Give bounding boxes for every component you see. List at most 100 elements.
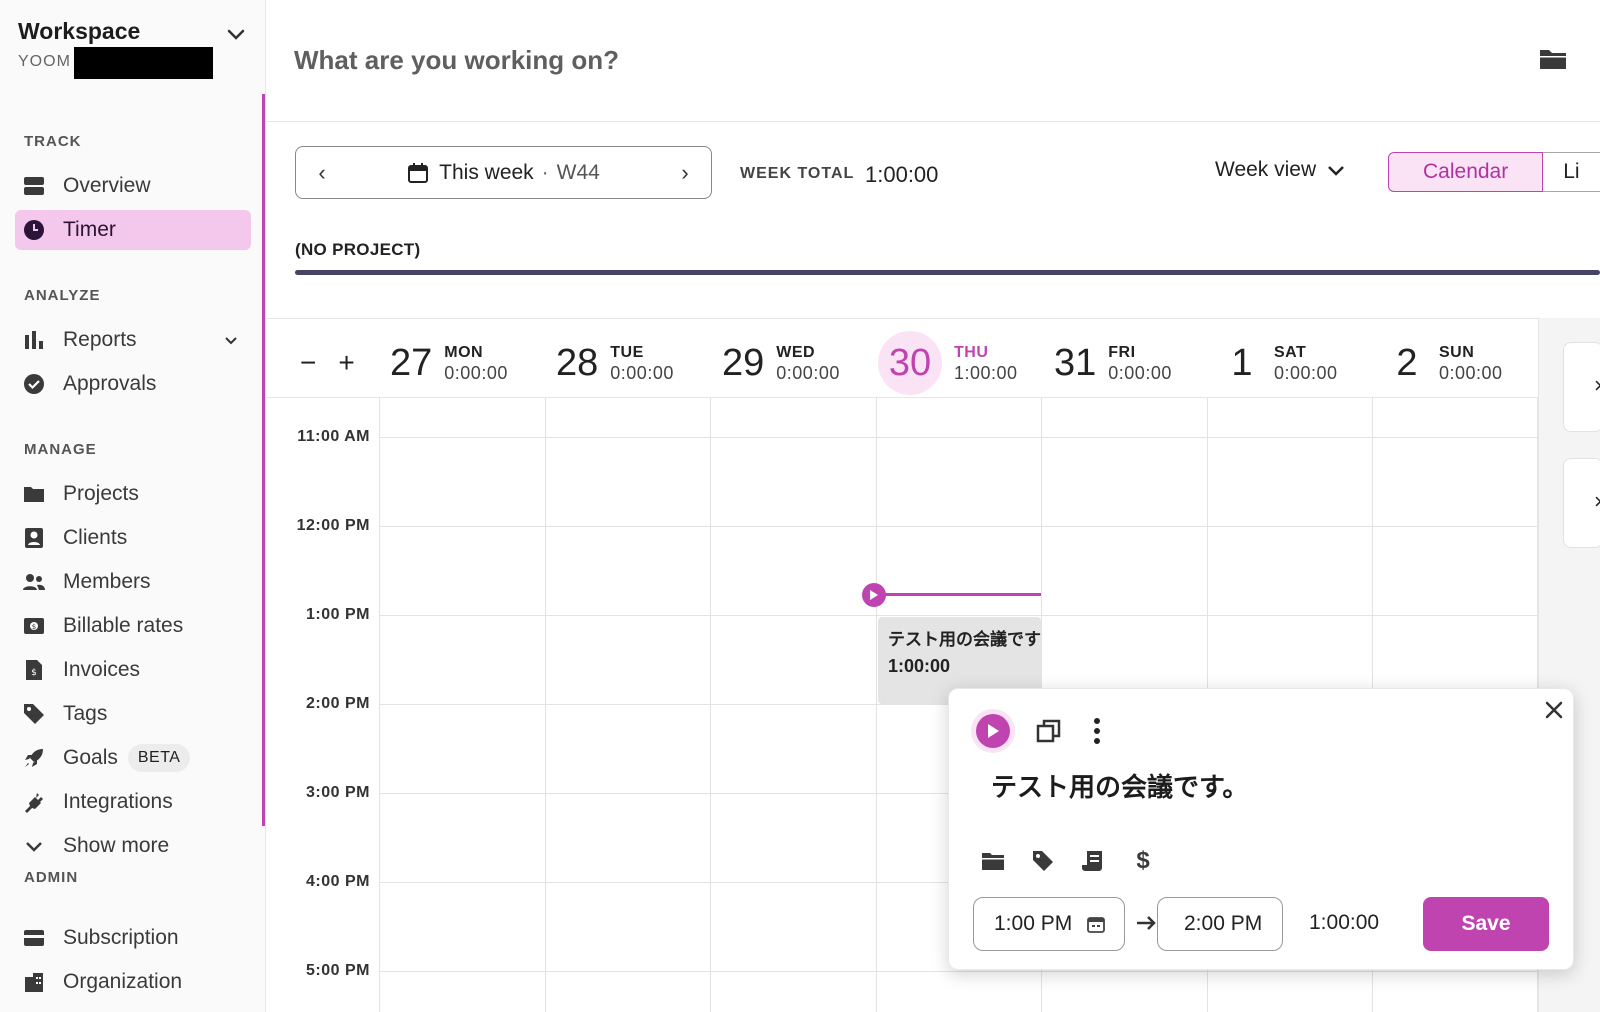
sidebar-item-label: Show more bbox=[63, 834, 170, 857]
folder-icon[interactable] bbox=[981, 849, 1005, 873]
sidebar-scroll-accent bbox=[262, 94, 265, 826]
day-name: FRI bbox=[1108, 344, 1136, 361]
day-total: 0:00:00 bbox=[444, 363, 508, 383]
start-time-value: 1:00 PM bbox=[994, 912, 1073, 935]
timer-bar bbox=[266, 0, 1600, 122]
sidebar-item-clients[interactable]: Clients bbox=[15, 518, 251, 558]
workspace-title[interactable]: Workspace bbox=[18, 18, 140, 45]
time-entry-title: テスト用の会議です bbox=[888, 630, 1041, 649]
sidebar-item-invoices[interactable]: $ Invoices bbox=[15, 650, 251, 690]
check-circle-icon bbox=[23, 373, 45, 395]
day-header-fri[interactable]: 31 FRI 0:00:00 bbox=[1054, 336, 1172, 390]
invoice-icon: $ bbox=[23, 659, 45, 681]
money-icon: $ bbox=[23, 615, 45, 637]
plug-icon bbox=[23, 791, 45, 813]
credit-card-icon bbox=[23, 927, 45, 949]
chevron-down-icon bbox=[1328, 166, 1345, 176]
tab-calendar[interactable]: Calendar bbox=[1388, 152, 1544, 192]
day-name: SAT bbox=[1274, 344, 1307, 361]
time-label: 3:00 PM bbox=[306, 784, 370, 801]
sidebar: Workspace YOOM TRACK Overview Timer ANAL… bbox=[0, 0, 266, 1012]
time-label: 1:00 PM bbox=[306, 606, 370, 623]
sidebar-item-billable-rates[interactable]: $ Billable rates bbox=[15, 606, 251, 646]
dollar-icon[interactable]: $ bbox=[1131, 847, 1155, 874]
sidebar-item-label: Approvals bbox=[63, 372, 157, 395]
tab-list[interactable]: Li bbox=[1543, 152, 1600, 192]
end-time-value: 2:00 PM bbox=[1184, 912, 1263, 935]
overview-icon bbox=[23, 175, 45, 197]
sidebar-item-organization[interactable]: Organization bbox=[15, 962, 251, 1002]
time-label: 12:00 PM bbox=[296, 517, 370, 534]
chevron-down-icon[interactable] bbox=[221, 330, 241, 350]
contact-card-icon bbox=[23, 527, 45, 549]
sidebar-item-overview[interactable]: Overview bbox=[15, 166, 251, 206]
tag-icon bbox=[23, 703, 45, 725]
sidebar-item-goals[interactable]: Goals BETA bbox=[15, 738, 251, 778]
column-divider bbox=[379, 398, 380, 1012]
week-label: This week bbox=[439, 160, 534, 184]
sidebar-item-timer[interactable]: Timer bbox=[15, 210, 251, 250]
save-button[interactable]: Save bbox=[1423, 897, 1549, 951]
tag-icon[interactable] bbox=[1031, 849, 1055, 873]
sidebar-show-more[interactable]: Show more bbox=[15, 826, 251, 866]
day-name: THU bbox=[954, 344, 989, 361]
sidebar-item-subscription[interactable]: Subscription bbox=[15, 918, 251, 958]
duration-value[interactable]: 1:00:00 bbox=[1309, 911, 1379, 935]
svg-text:$: $ bbox=[31, 668, 37, 678]
close-icon[interactable] bbox=[1541, 697, 1567, 723]
view-select[interactable]: Week view bbox=[1215, 158, 1346, 182]
more-vertical-icon[interactable] bbox=[1083, 715, 1111, 747]
chevron-down-icon[interactable] bbox=[224, 22, 248, 46]
next-week-button[interactable]: › bbox=[659, 147, 711, 198]
start-time-field[interactable]: 1:00 PM bbox=[973, 897, 1125, 951]
sidebar-item-reports[interactable]: Reports bbox=[15, 320, 251, 360]
day-number: 27 bbox=[390, 341, 433, 384]
time-label: 4:00 PM bbox=[306, 873, 370, 890]
play-icon[interactable] bbox=[862, 583, 886, 607]
zoom-out-button[interactable]: − bbox=[300, 347, 316, 379]
redacted-block bbox=[74, 47, 213, 79]
calendar-icon[interactable] bbox=[1086, 914, 1106, 934]
sidebar-item-label: Subscription bbox=[63, 926, 179, 949]
entry-description[interactable]: テスト用の会議です。 bbox=[991, 767, 1248, 804]
end-time-field[interactable]: 2:00 PM bbox=[1157, 897, 1283, 951]
section-label-track: TRACK bbox=[24, 133, 82, 150]
section-label-admin: ADMIN bbox=[24, 869, 79, 886]
sidebar-item-label: Overview bbox=[63, 174, 151, 197]
view-select-label: Week view bbox=[1215, 158, 1317, 181]
day-number: 2 bbox=[1396, 341, 1418, 384]
prev-week-button[interactable]: ‹ bbox=[296, 147, 348, 198]
week-navigator: ‹ This week · W44 › bbox=[295, 146, 712, 199]
day-header-mon[interactable]: 27 MON 0:00:00 bbox=[390, 336, 508, 390]
svg-text:$: $ bbox=[32, 623, 36, 631]
sidebar-item-approvals[interactable]: Approvals bbox=[15, 364, 251, 404]
sidebar-item-integrations[interactable]: Integrations bbox=[15, 782, 251, 822]
sidebar-item-tags[interactable]: Tags bbox=[15, 694, 251, 734]
hour-line bbox=[379, 526, 1538, 527]
day-header-sun[interactable]: 2 SUN 0:00:00 bbox=[1387, 336, 1503, 390]
day-name: SUN bbox=[1439, 344, 1475, 361]
day-header-wed[interactable]: 29 WED 0:00:00 bbox=[722, 336, 840, 390]
day-total: 0:00:00 bbox=[776, 363, 840, 383]
sidebar-item-members[interactable]: Members bbox=[15, 562, 251, 602]
day-header-tue[interactable]: 28 TUE 0:00:00 bbox=[556, 336, 674, 390]
day-number: 29 bbox=[722, 341, 765, 384]
time-entry-duration: 1:00:00 bbox=[888, 656, 951, 676]
day-header-thu[interactable]: 30 THU 1:00:00 bbox=[878, 331, 1018, 395]
continue-button[interactable] bbox=[971, 709, 1015, 753]
day-name: TUE bbox=[610, 344, 644, 361]
description-input[interactable] bbox=[294, 38, 1194, 82]
week-picker[interactable]: This week · W44 bbox=[348, 161, 659, 185]
bar-chart-icon bbox=[23, 329, 45, 351]
sidebar-item-projects[interactable]: Projects bbox=[15, 474, 251, 514]
folder-icon[interactable] bbox=[1538, 46, 1568, 72]
project-summary-bar bbox=[295, 270, 1600, 275]
play-icon bbox=[988, 724, 999, 738]
day-header-sat[interactable]: 1 SAT 0:00:00 bbox=[1222, 336, 1338, 390]
receipt-icon[interactable] bbox=[1081, 849, 1105, 873]
duplicate-icon[interactable] bbox=[1035, 717, 1063, 745]
rail-card[interactable]: × bbox=[1563, 342, 1600, 432]
zoom-in-button[interactable]: + bbox=[338, 347, 354, 379]
time-entry-popover: テスト用の会議です。 $ 1:00 PM 2:00 PM 1:00:00 Sav… bbox=[948, 688, 1574, 970]
rail-card[interactable]: × bbox=[1563, 458, 1600, 548]
